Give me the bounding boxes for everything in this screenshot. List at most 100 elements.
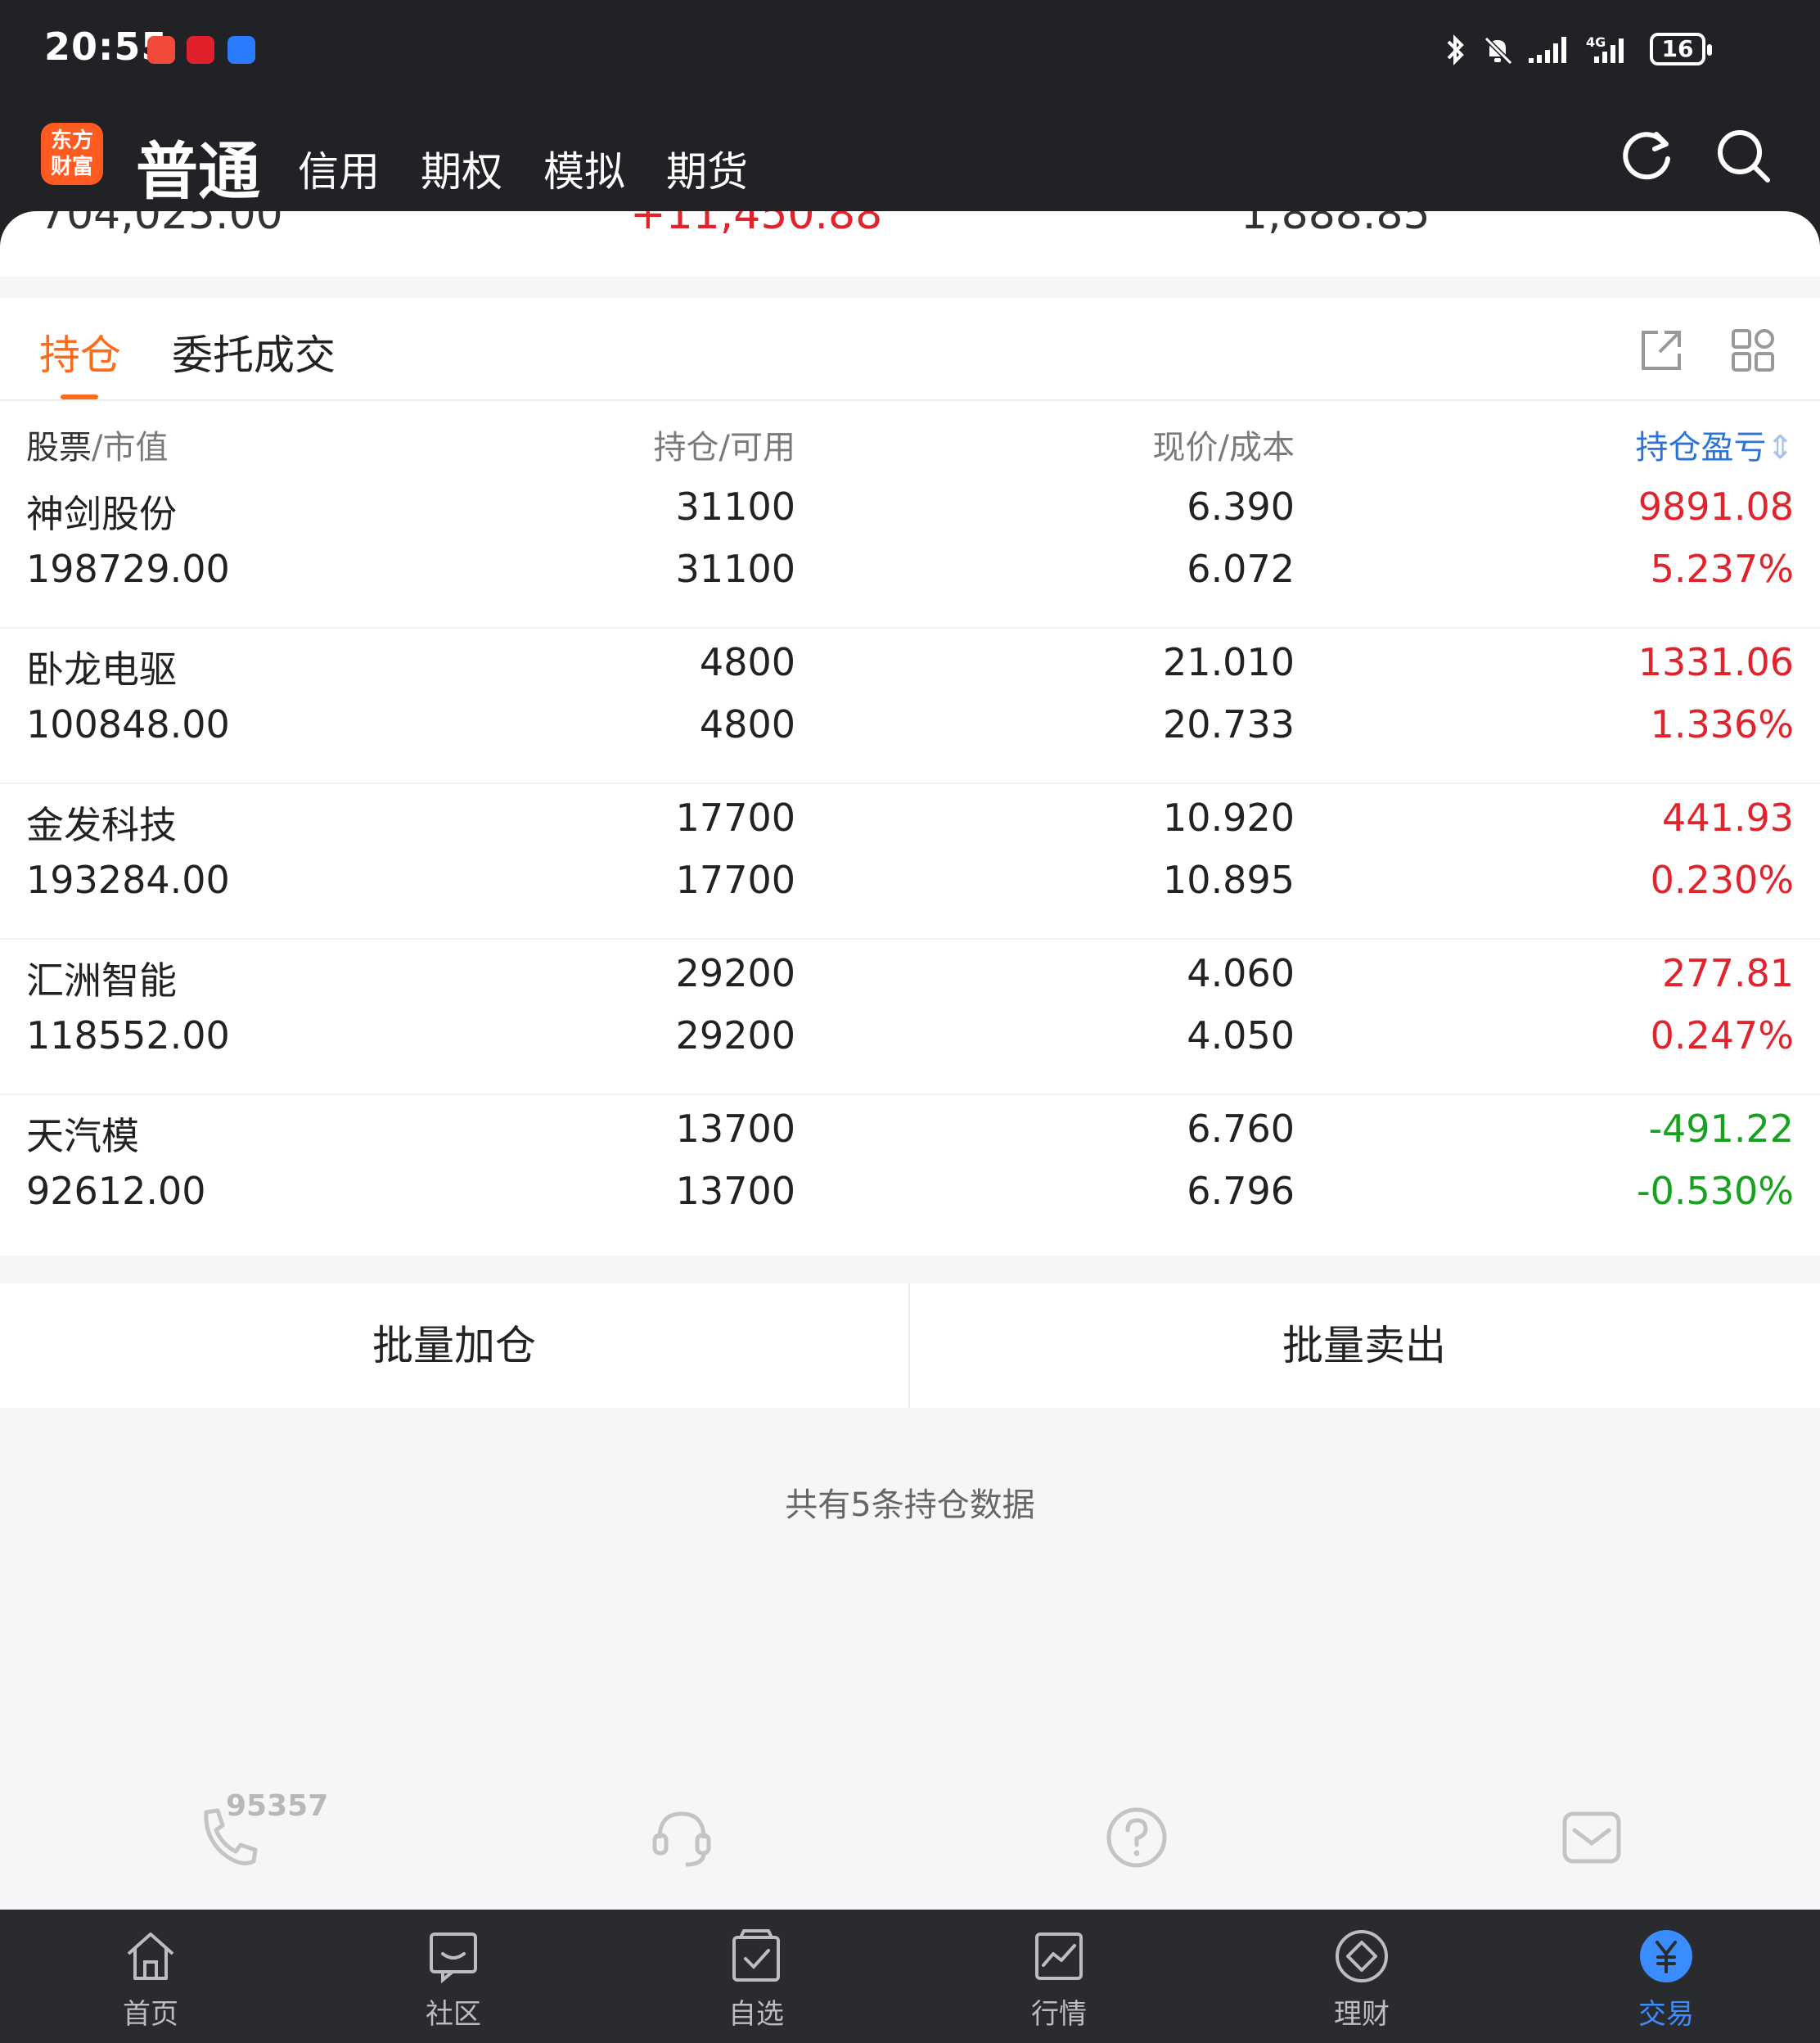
current-price: 21.010 <box>1163 640 1295 684</box>
notification-app-icon <box>147 36 175 64</box>
position-pnl: 1331.06 <box>1638 640 1794 684</box>
stock-name: 金发科技 <box>26 803 177 847</box>
chart-icon <box>1035 1933 1083 1980</box>
tab-holdings[interactable]: 持仓 <box>39 322 121 381</box>
market-value: 193284.00 <box>26 858 230 902</box>
app-logo: 东方 财富 <box>41 123 103 185</box>
market-value: 100848.00 <box>26 702 230 746</box>
mail-icon[interactable] <box>1555 1801 1629 1874</box>
nav-label: 社区 <box>426 1998 481 2031</box>
header-stock-label: 股票 <box>26 429 92 467</box>
home-icon <box>127 1933 174 1980</box>
position-pnl-pct: 1.336% <box>1650 702 1794 746</box>
stock-name: 天汽模 <box>26 1114 139 1158</box>
nav-wealth[interactable]: 理财 <box>1272 1926 1452 2032</box>
header-market-value-label: /市值 <box>92 429 169 467</box>
headset-icon[interactable] <box>645 1801 719 1874</box>
header-pnl-label: 持仓盈亏 <box>1635 429 1767 467</box>
cost-price: 20.733 <box>1163 702 1295 746</box>
phone-icon[interactable] <box>191 1801 265 1874</box>
status-icons: 4G <box>1442 31 1632 69</box>
top-bar: 20:55 4G 16 东方 财富 普通 信用 期权 模拟 期货 <box>0 0 1820 246</box>
position-qty: 17700 <box>675 796 795 840</box>
nav-trade[interactable]: 交易 <box>1576 1926 1756 2032</box>
header-pnl-sortable[interactable]: 持仓盈亏⇕ <box>1635 421 1794 468</box>
position-pnl-pct: 0.230% <box>1650 858 1794 902</box>
holding-row[interactable]: 金发科技 193284.00 17700 17700 10.920 10.895 441.9… <box>0 784 1820 940</box>
tab-options[interactable]: 期权 <box>421 139 502 198</box>
chat-icon <box>430 1933 477 1984</box>
header-stock-market-value[interactable]: 股票/市值 <box>26 421 168 468</box>
batch-add-button[interactable]: 批量加仓 <box>0 1283 908 1408</box>
tab-regular[interactable]: 普通 <box>136 121 260 211</box>
share-icon[interactable] <box>1637 326 1686 375</box>
available-qty: 31100 <box>675 547 795 591</box>
tab-credit[interactable]: 信用 <box>298 139 380 198</box>
nav-label: 交易 <box>1638 1998 1694 2031</box>
nav-label: 理财 <box>1334 1998 1390 2031</box>
holding-row[interactable]: 神剑股份 198729.00 31100 31100 6.390 6.072 9891.08… <box>0 473 1820 629</box>
holding-row[interactable]: 卧龙电驱 100848.00 4800 4800 21.010 20.733 1331.06… <box>0 629 1820 784</box>
diamond-icon <box>1336 1930 1388 1982</box>
status-bar: 20:55 4G 16 <box>0 0 1820 101</box>
holdings-panel: 持仓 委托成交 股票/市值 持仓/可用 现价/成本 持仓盈亏⇕ 神剑股份 1987… <box>0 298 1820 1256</box>
holdings-count-note: 共有5条持仓数据 <box>785 1486 1035 1524</box>
nav-home[interactable]: 首页 <box>61 1926 241 2032</box>
battery-icon: 16 <box>1650 33 1712 65</box>
current-price: 6.390 <box>1187 485 1295 529</box>
position-qty: 29200 <box>675 951 795 995</box>
stock-name: 神剑股份 <box>26 492 177 536</box>
help-icon[interactable] <box>1100 1801 1174 1874</box>
signal-icon <box>1529 37 1566 63</box>
header-price-cost: 现价/成本 <box>1152 429 1295 467</box>
grid-layout-icon[interactable] <box>1728 326 1777 375</box>
available-qty: 4800 <box>699 702 795 746</box>
position-pnl: 277.81 <box>1662 951 1794 995</box>
tab-simulated[interactable]: 模拟 <box>543 139 625 198</box>
batch-sell-button[interactable]: 批量卖出 <box>910 1283 1818 1408</box>
tab-futures[interactable]: 期货 <box>666 139 748 198</box>
tab-orders-trades[interactable]: 委托成交 <box>172 322 336 381</box>
nav-label: 行情 <box>1031 1998 1087 2031</box>
available-funds-value: 1,888.85 <box>1241 211 1430 239</box>
nav-label: 自选 <box>728 1998 784 2031</box>
holding-row[interactable]: 汇洲智能 118552.00 29200 29200 4.060 4.050 277.81 0… <box>0 940 1820 1095</box>
yen-icon <box>1640 1930 1692 1982</box>
nav-watchlist[interactable]: 自选 <box>666 1926 846 2032</box>
available-qty: 13700 <box>675 1169 795 1213</box>
available-qty: 17700 <box>675 858 795 902</box>
asset-summary: 704,025.00 +11,450.88 1,888.85 <box>0 211 1820 277</box>
holding-row[interactable]: 天汽模 92612.00 13700 13700 6.760 6.796 -491.22 -0… <box>0 1095 1820 1251</box>
position-pnl-pct: -0.530% <box>1637 1169 1794 1213</box>
current-price: 10.920 <box>1163 796 1295 840</box>
position-pnl-pct: 0.247% <box>1650 1013 1794 1058</box>
position-pnl: 441.93 <box>1662 796 1794 840</box>
cost-price: 10.895 <box>1163 858 1295 902</box>
market-value: 198729.00 <box>26 547 230 591</box>
notification-app-icon <box>187 36 214 64</box>
4g-signal-icon: 4G <box>1586 34 1624 63</box>
current-price: 4.060 <box>1187 951 1295 995</box>
nav-label: 首页 <box>123 1998 178 2031</box>
nav-market[interactable]: 行情 <box>969 1926 1149 2032</box>
cost-price: 6.796 <box>1187 1169 1295 1213</box>
stock-name: 卧龙电驱 <box>26 647 177 692</box>
watchlist-icon <box>732 1929 780 1982</box>
bluetooth-icon <box>1447 34 1464 65</box>
header-position-available: 持仓/可用 <box>653 429 795 467</box>
mute-bell-icon <box>1484 36 1513 65</box>
sort-arrows-icon: ⇕ <box>1766 429 1794 467</box>
market-value: 118552.00 <box>26 1013 230 1058</box>
divider <box>0 399 1820 401</box>
cost-price: 4.050 <box>1187 1013 1295 1058</box>
battery-level: 16 <box>1661 35 1694 62</box>
current-price: 6.760 <box>1187 1107 1295 1151</box>
bottom-navigation: 首页 社区 自选 行情 理财 交易 <box>0 1910 1820 2043</box>
notification-app-icon <box>228 36 255 64</box>
position-qty: 31100 <box>675 485 795 529</box>
cost-price: 6.072 <box>1187 547 1295 591</box>
search-icon[interactable] <box>1714 126 1773 185</box>
refresh-icon[interactable] <box>1617 126 1676 185</box>
nav-community[interactable]: 社区 <box>363 1926 543 2032</box>
account-type-nav: 东方 财富 普通 信用 期权 模拟 期货 <box>0 115 1820 208</box>
